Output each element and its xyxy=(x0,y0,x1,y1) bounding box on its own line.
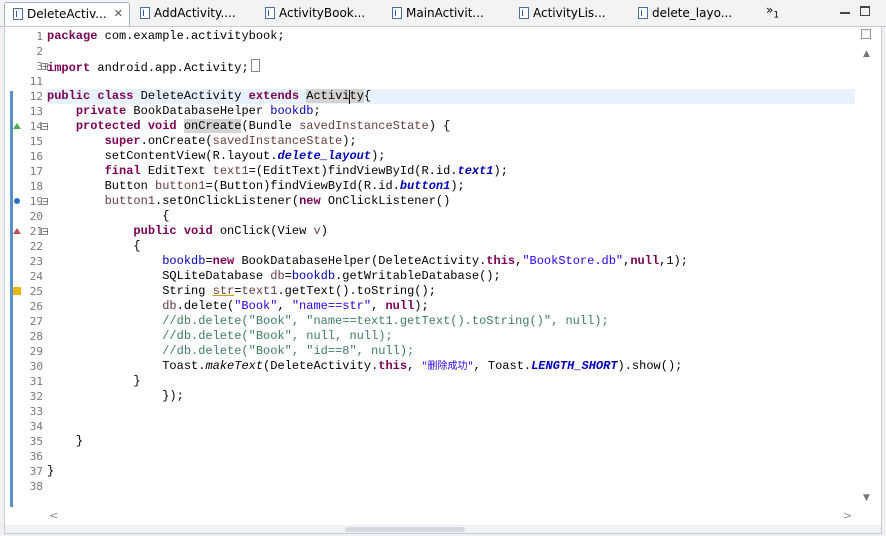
line-number: 31 xyxy=(29,375,43,388)
overview-ruler-button[interactable] xyxy=(861,29,871,39)
annotation-ruler xyxy=(5,27,13,507)
override-marker-icon[interactable] xyxy=(13,228,21,234)
text-cursor xyxy=(349,90,350,104)
line-number: 12 xyxy=(29,90,43,103)
tab-addactivity[interactable]: AddActivity.... xyxy=(132,2,252,26)
tab-label: DeleteActiv... xyxy=(27,7,107,21)
code-line: protected void onCreate(Bundle savedInst… xyxy=(75,119,451,133)
code-line: { xyxy=(133,239,141,253)
line-number: 13 xyxy=(29,105,43,118)
bottom-panel-edge xyxy=(5,525,881,533)
code-line: Toast.makeText(DeleteActivity.this, "删除成… xyxy=(162,359,683,373)
tab-overflow-count: 1 xyxy=(773,10,780,21)
line-number: 30 xyxy=(29,360,43,373)
code-line: SQLiteDatabase db=bookdb.getWritableData… xyxy=(162,269,501,283)
code-line: super.onCreate(savedInstanceState); xyxy=(104,134,357,148)
line-number: 11 xyxy=(29,75,43,88)
line-number: 32 xyxy=(29,390,43,403)
code-line: final EditText text1=(EditText)findViewB… xyxy=(104,164,508,178)
line-number: 16 xyxy=(29,150,43,163)
line-number: 38 xyxy=(29,480,43,493)
code-line: bookdb=new BookDatabaseHelper(DeleteActi… xyxy=(162,254,688,268)
code-line: import android.app.Activity; xyxy=(47,59,260,75)
horizontal-scrollbar[interactable]: < > xyxy=(45,507,855,525)
line-number: 28 xyxy=(29,330,43,343)
panel-sash-handle[interactable] xyxy=(345,527,465,532)
line-number: 18 xyxy=(29,180,43,193)
code-line: package com.example.activitybook; xyxy=(47,29,285,43)
tab-activitylist[interactable]: ActivityLis... xyxy=(511,2,629,26)
code-line: } xyxy=(75,434,84,448)
override-marker-icon[interactable] xyxy=(13,123,21,129)
code-line: Button button1=(Button)findViewById(R.id… xyxy=(104,179,465,193)
warning-marker-icon[interactable] xyxy=(13,287,21,295)
code-line: button1.setOnClickListener(new OnClickLi… xyxy=(104,194,451,208)
tab-delete-layout[interactable]: delete_layo... xyxy=(630,2,756,26)
tab-label: AddActivity.... xyxy=(154,6,236,20)
java-file-icon xyxy=(519,7,529,19)
code-line: } xyxy=(133,374,141,388)
tab-overflow-button[interactable]: »1 xyxy=(766,3,779,20)
line-number: 3 xyxy=(36,60,43,73)
code-line: //db.delete("Book", "id==8", null); xyxy=(162,344,415,358)
code-line: private BookDatabaseHelper bookdb; xyxy=(75,104,321,118)
folded-imports-box[interactable] xyxy=(250,59,260,72)
line-number: 17 xyxy=(29,165,43,178)
tab-mainactivity[interactable]: MainActivit... xyxy=(384,2,510,26)
manifest-file-icon xyxy=(265,7,275,19)
line-number: 37 xyxy=(29,465,43,478)
line-number: 23 xyxy=(29,255,43,268)
line-number: 22 xyxy=(29,240,43,253)
tab-label: ActivityLis... xyxy=(533,6,606,20)
code-line: db.delete("Book", "name==str", null); xyxy=(162,299,429,313)
tab-label: ActivityBook... xyxy=(279,6,366,20)
line-number-gutter: 1 2 3 11 12 13 14 15 16 17 18 19 20 21 2… xyxy=(13,27,49,507)
code-line: }); xyxy=(162,389,184,403)
code-line: //db.delete("Book", "name==text1.getText… xyxy=(162,314,609,328)
code-line: public class DeleteActivity extends Acti… xyxy=(47,89,372,103)
implements-marker-icon[interactable] xyxy=(14,198,20,204)
java-file-icon xyxy=(140,7,150,19)
code-line: String str=text1.getText().toString(); xyxy=(162,284,436,298)
scroll-up-arrow-icon[interactable]: ▲ xyxy=(863,49,870,59)
line-number: 29 xyxy=(29,345,43,358)
java-file-icon xyxy=(13,8,23,20)
scroll-left-arrow-icon[interactable]: < xyxy=(49,509,58,522)
code-line: } xyxy=(47,464,55,478)
maximize-button[interactable] xyxy=(860,6,870,16)
close-icon[interactable]: ✕ xyxy=(114,3,123,25)
line-number: 36 xyxy=(29,450,43,463)
code-line: public void onClick(View v) xyxy=(133,224,328,238)
scroll-right-arrow-icon[interactable]: > xyxy=(843,509,852,522)
minimize-button[interactable] xyxy=(840,6,850,16)
code-line: //db.delete("Book", null, null); xyxy=(162,329,393,343)
editor-tab-bar: DeleteActiv... ✕ AddActivity.... Activit… xyxy=(0,0,886,27)
line-number: 34 xyxy=(29,420,43,433)
line-number: 15 xyxy=(29,135,43,148)
scroll-down-arrow-icon[interactable]: ▼ xyxy=(863,493,870,503)
vertical-scrollbar[interactable]: ▲ ▼ xyxy=(855,27,881,507)
tab-deleteactivity[interactable]: DeleteActiv... ✕ xyxy=(4,2,130,26)
java-file-icon xyxy=(392,7,402,19)
line-number: 33 xyxy=(29,405,43,418)
line-number: 35 xyxy=(29,435,43,448)
code-line: { xyxy=(162,209,170,223)
code-line: setContentView(R.layout.delete_layout); xyxy=(104,149,386,163)
line-number: 2 xyxy=(36,45,43,58)
line-number: 24 xyxy=(29,270,43,283)
line-number: 26 xyxy=(29,300,43,313)
code-editor[interactable]: 1 2 3 11 12 13 14 15 16 17 18 19 20 21 2… xyxy=(4,26,882,534)
line-number: 27 xyxy=(29,315,43,328)
layout-file-icon xyxy=(638,7,648,19)
tab-label: MainActivit... xyxy=(406,6,484,20)
line-number: 1 xyxy=(36,30,43,43)
tab-activitybook-manifest[interactable]: ActivityBook... xyxy=(257,2,383,26)
tab-label: delete_layo... xyxy=(652,6,733,20)
code-area[interactable]: package com.example.activitybook; import… xyxy=(47,27,855,507)
line-number: 20 xyxy=(29,210,43,223)
